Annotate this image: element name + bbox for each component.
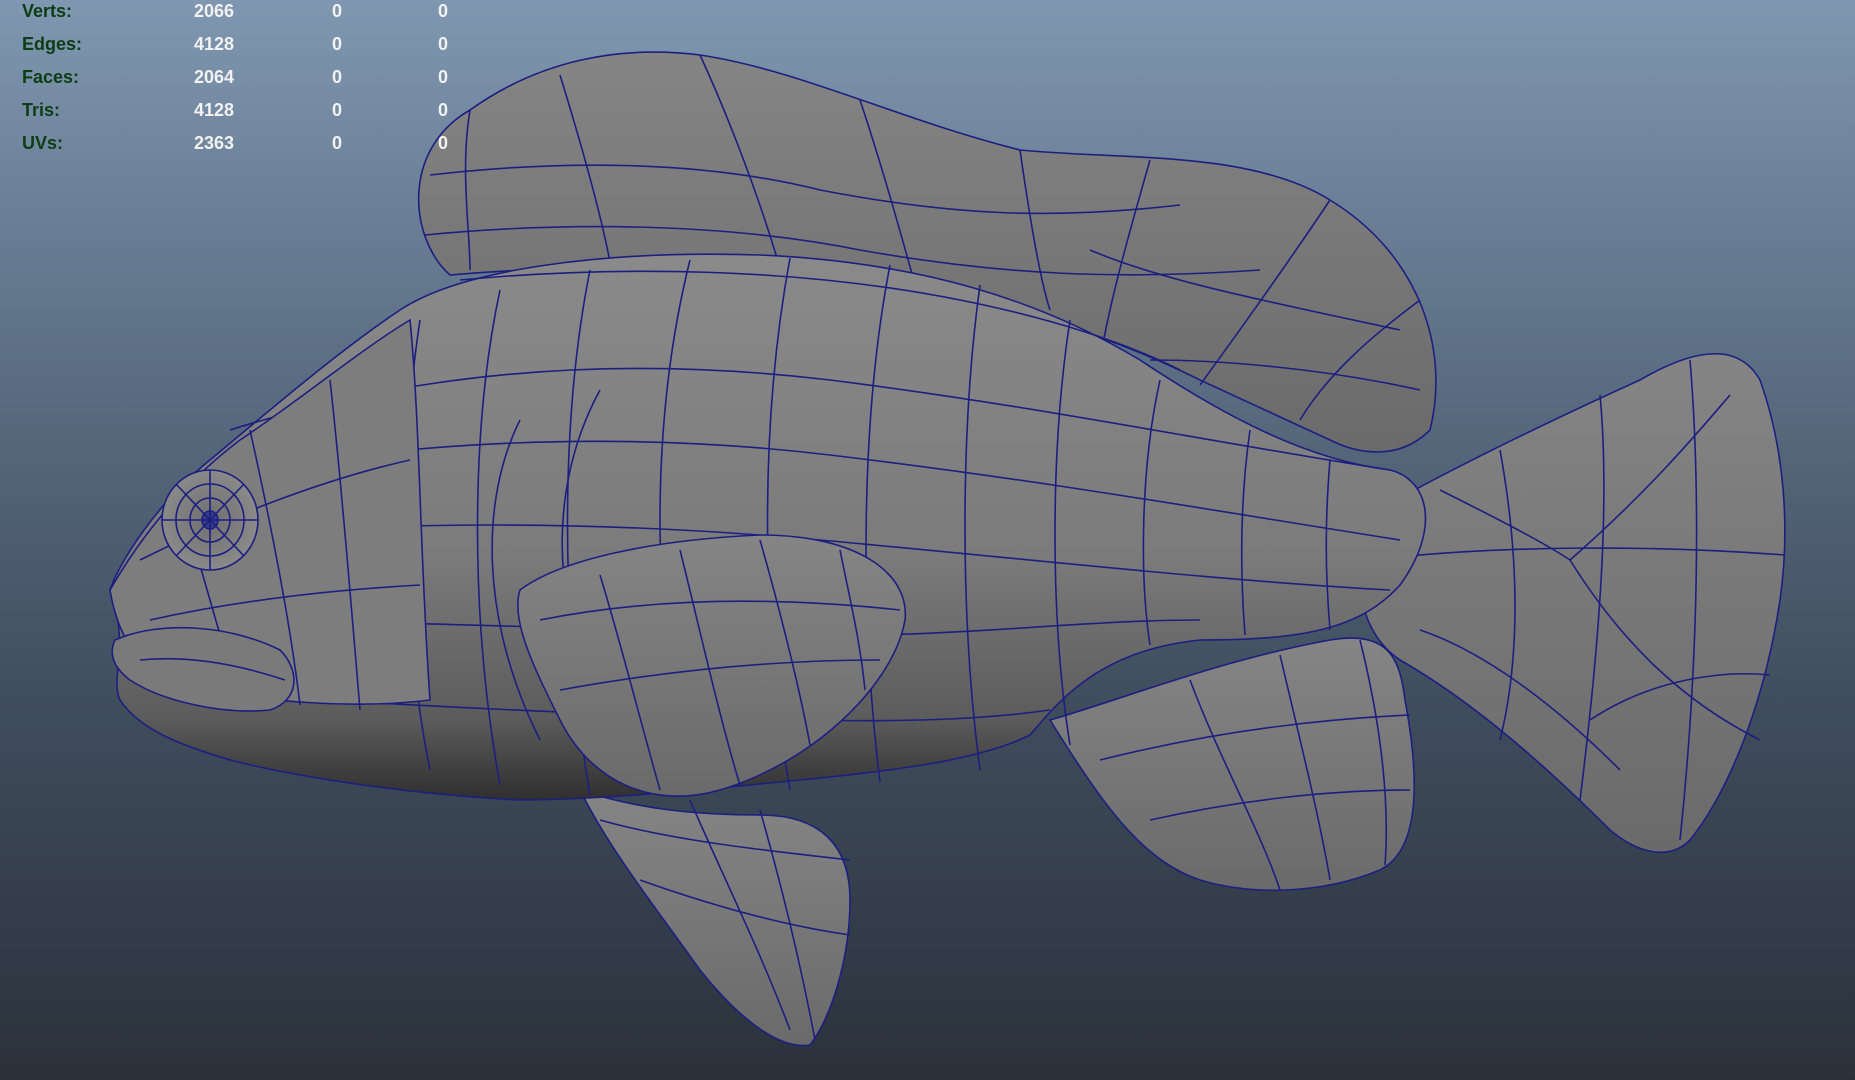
hud-value-total: 4128 xyxy=(193,34,234,54)
hud-value-other: 0 xyxy=(437,133,448,153)
hud-label: Verts: xyxy=(22,1,73,21)
hud-value-total: 4128 xyxy=(193,100,234,120)
hud-row-verts: Verts: 2066 0 0 xyxy=(22,0,448,33)
hud-row-uvs: UVs: 2363 0 0 xyxy=(22,132,448,165)
anal-fin xyxy=(1048,637,1415,892)
hud-value-other: 0 xyxy=(437,34,448,54)
hud-value-other: 0 xyxy=(437,100,448,120)
hud-value-selected: 0 xyxy=(331,34,342,54)
poly-count-hud: Verts: 2066 0 0 Edges: 4128 0 0 Faces: 2… xyxy=(22,0,448,165)
hud-value-selected: 0 xyxy=(331,1,342,21)
hud-value-other: 0 xyxy=(437,1,448,21)
hud-value-selected: 0 xyxy=(331,67,342,87)
hud-label: Faces: xyxy=(22,67,80,87)
hud-value-selected: 0 xyxy=(331,100,342,120)
hud-label: UVs: xyxy=(22,133,64,153)
3d-viewport[interactable]: Verts: 2066 0 0 Edges: 4128 0 0 Faces: 2… xyxy=(0,0,1855,1080)
hud-label: Edges: xyxy=(22,34,83,54)
hud-value-selected: 0 xyxy=(331,133,342,153)
hud-value-total: 2064 xyxy=(193,67,234,87)
hud-value-total: 2363 xyxy=(193,133,234,153)
pelvic-fin xyxy=(578,788,851,1047)
hud-row-edges: Edges: 4128 0 0 xyxy=(22,33,448,66)
hud-label: Tris: xyxy=(22,100,61,120)
hud-value-other: 0 xyxy=(437,67,448,87)
hud-row-tris: Tris: 4128 0 0 xyxy=(22,99,448,132)
hud-row-faces: Faces: 2064 0 0 xyxy=(22,66,448,99)
hud-value-total: 2066 xyxy=(193,1,234,21)
